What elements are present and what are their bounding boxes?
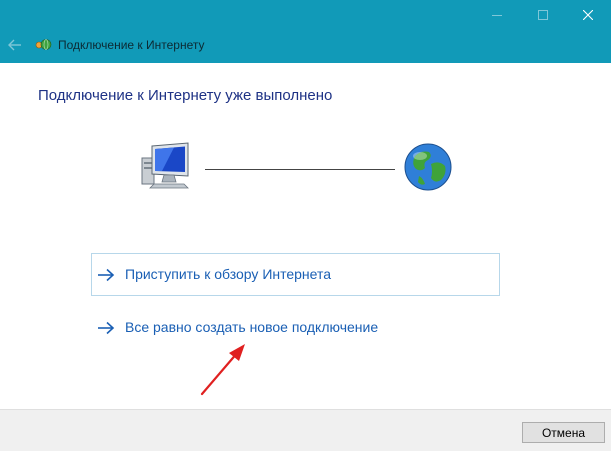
- internet-globe-icon: [404, 143, 452, 191]
- cancel-button[interactable]: Отмена: [522, 422, 605, 443]
- arrow-right-icon: [98, 268, 115, 282]
- minimize-icon: [492, 14, 502, 16]
- window-title: Подключение к Интернету: [58, 38, 205, 52]
- close-button[interactable]: [565, 0, 611, 29]
- connection-line: [205, 169, 395, 170]
- network-globe-icon: [35, 39, 52, 50]
- computer-monitor-icon: [141, 142, 189, 189]
- close-icon: [583, 9, 593, 20]
- back-arrow-icon[interactable]: [7, 37, 23, 53]
- dialog-footer: [0, 409, 611, 451]
- arrow-right-icon: [98, 321, 115, 335]
- maximize-icon: [538, 9, 548, 20]
- red-arrow-pointer-icon: [200, 344, 245, 396]
- minimize-button[interactable]: [474, 0, 520, 29]
- browse-internet-link[interactable]: Приступить к обзору Интернета: [125, 266, 331, 282]
- maximize-button[interactable]: [520, 0, 566, 29]
- page-heading: Подключение к Интернету уже выполнено: [38, 87, 333, 104]
- create-new-connection-link[interactable]: Все равно создать новое подключение: [125, 319, 378, 335]
